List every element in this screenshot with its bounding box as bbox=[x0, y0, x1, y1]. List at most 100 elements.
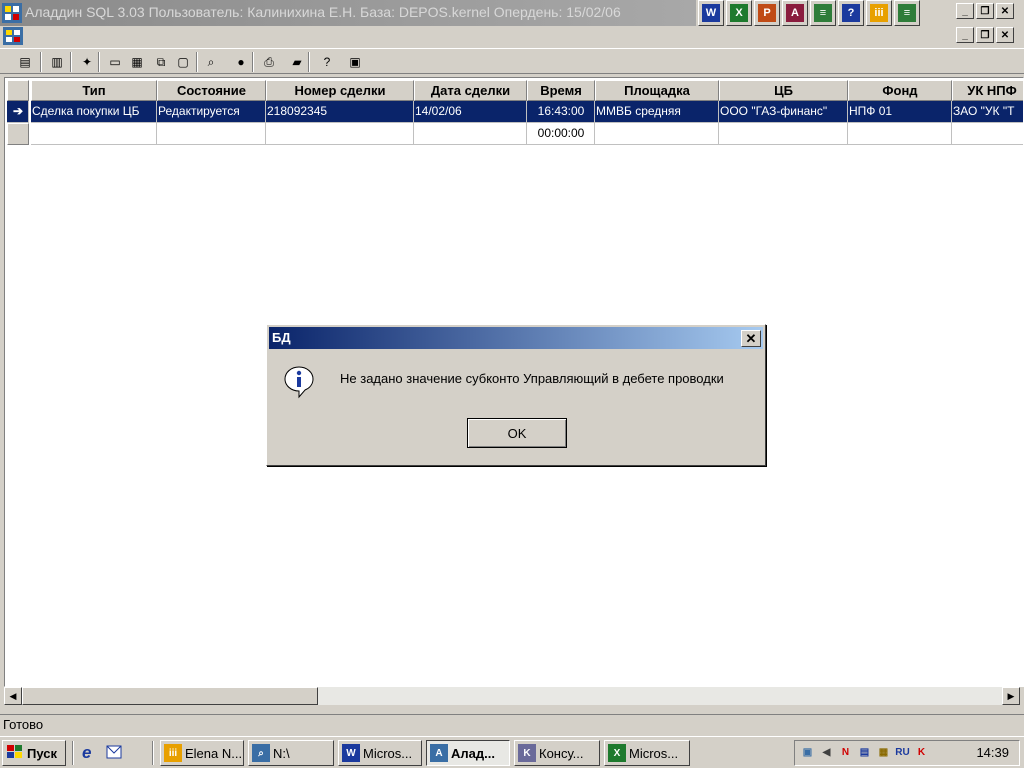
task-aladdin[interactable]: A Алад... bbox=[426, 740, 510, 766]
kaspersky-icon[interactable]: K bbox=[913, 744, 930, 761]
toolbar: ▤ ▥ ✦ ▭ ▦ ⧉ ▢ ⌕ ● ⎙ ▰? ▣ bbox=[0, 48, 1024, 74]
office-button[interactable]: P bbox=[754, 0, 780, 26]
task-excel[interactable]: X Micros... bbox=[604, 740, 690, 766]
table-cell[interactable]: 16:43:00 bbox=[527, 101, 595, 123]
dialog-title-bar[interactable]: БД ✕ bbox=[269, 327, 763, 349]
title-bar: Аладдин SQL 3.03 Пользователь: Калинихин… bbox=[0, 0, 696, 26]
table-cell[interactable] bbox=[719, 123, 848, 145]
excel-icon: X bbox=[730, 4, 748, 22]
scroll-right-button[interactable]: ▶ bbox=[1002, 687, 1020, 705]
excel-icon: X bbox=[608, 744, 626, 762]
column-header[interactable]: ЦБ bbox=[719, 80, 848, 101]
office-button[interactable]: ≡ bbox=[894, 0, 920, 26]
app-window-controls: _ ❐ ✕ bbox=[956, 3, 1014, 19]
table-cell[interactable]: ООО "ГАЗ-финанс" bbox=[719, 101, 848, 123]
minimize-button[interactable]: _ bbox=[956, 3, 974, 19]
column-header[interactable]: Дата сделки bbox=[414, 80, 527, 101]
table-cell[interactable] bbox=[595, 123, 719, 145]
dialog-close-button[interactable]: ✕ bbox=[741, 330, 761, 347]
task-consultant[interactable]: K Консу... bbox=[514, 740, 600, 766]
calculator-icon[interactable]: ▣ bbox=[344, 51, 366, 73]
cascade-windows-icon[interactable]: ⧉ bbox=[150, 51, 172, 73]
table-cell[interactable]: ММВБ средняя bbox=[595, 101, 719, 123]
table-cell[interactable] bbox=[31, 123, 157, 145]
child-window-icon[interactable] bbox=[2, 26, 24, 46]
spreadsheet-icon: ≡ bbox=[814, 4, 832, 22]
office-button[interactable]: ≡ bbox=[810, 0, 836, 26]
folder-search-icon: ⌕ bbox=[252, 744, 270, 762]
task-word[interactable]: W Micros... bbox=[338, 740, 422, 766]
single-window-icon[interactable]: ▭ bbox=[104, 51, 126, 73]
row-indicator[interactable] bbox=[7, 123, 29, 145]
table-cell[interactable]: 00:00:00 bbox=[527, 123, 595, 145]
close-button[interactable]: ✕ bbox=[996, 3, 1014, 19]
ok-button[interactable]: OK bbox=[467, 418, 567, 448]
aladdin-app-icon[interactable] bbox=[2, 3, 22, 23]
database-icon[interactable]: ▥ bbox=[46, 51, 68, 73]
word-icon: W bbox=[342, 744, 360, 762]
table-cell[interactable]: 14/02/06 bbox=[414, 101, 527, 123]
child-restore-button[interactable]: ❐ bbox=[976, 27, 994, 43]
network-icon[interactable]: ▣ bbox=[799, 744, 816, 761]
internet-explorer-icon[interactable]: e bbox=[82, 743, 102, 763]
table-cell[interactable]: ЗАО "УК "Т bbox=[952, 101, 1023, 123]
binoculars-icon[interactable]: ⌕ bbox=[200, 51, 222, 73]
dialog-message: Не задано значение субконто Управляющий … bbox=[340, 371, 724, 386]
child-window-controls: _ ❐ ✕ bbox=[956, 27, 1014, 43]
task-label: Алад... bbox=[451, 745, 495, 761]
restore-button[interactable]: ❐ bbox=[976, 3, 994, 19]
outlook-express-icon[interactable] bbox=[106, 743, 126, 763]
office-button[interactable]: X bbox=[726, 0, 752, 26]
keyboard-layout-icon[interactable]: RU bbox=[894, 744, 911, 761]
monitor-icon[interactable]: ▤ bbox=[856, 744, 873, 761]
print-icon[interactable]: ⎙ bbox=[258, 51, 280, 73]
find-record-icon[interactable]: ✦ bbox=[76, 51, 98, 73]
column-header[interactable]: Площадка bbox=[595, 80, 719, 101]
clock[interactable]: 14:39 bbox=[976, 745, 1009, 760]
form-icon[interactable]: ▢ bbox=[172, 51, 194, 73]
task-elena[interactable]: iii Elena N... bbox=[160, 740, 244, 766]
horizontal-scrollbar[interactable]: ◀ ▶ bbox=[4, 687, 1020, 705]
column-header[interactable]: Номер сделки bbox=[266, 80, 414, 101]
table-cell[interactable]: Сделка покупки ЦБ bbox=[31, 101, 157, 123]
table-cell[interactable] bbox=[266, 123, 414, 145]
row-indicator[interactable]: ➔ bbox=[7, 101, 29, 123]
toolbar-separator bbox=[98, 52, 100, 72]
column-header[interactable]: Фонд bbox=[848, 80, 952, 101]
table-cell[interactable]: НПФ 01 bbox=[848, 101, 952, 123]
table-cell[interactable]: 218092345 bbox=[266, 101, 414, 123]
office-button[interactable]: W bbox=[698, 0, 724, 26]
start-button[interactable]: Пуск bbox=[2, 740, 66, 766]
list-icon[interactable]: ▤ bbox=[14, 51, 36, 73]
table-cell[interactable] bbox=[414, 123, 527, 145]
column-header[interactable]: УК НПФ bbox=[952, 80, 1023, 101]
scheduler-icon[interactable]: ▦ bbox=[875, 744, 892, 761]
norton-icon[interactable]: N bbox=[837, 744, 854, 761]
information-icon bbox=[283, 365, 315, 399]
office-button[interactable]: ? bbox=[838, 0, 864, 26]
grid-corner bbox=[7, 80, 29, 101]
scroll-thumb[interactable] bbox=[22, 687, 318, 705]
column-header[interactable]: Состояние bbox=[157, 80, 266, 101]
start-label: Пуск bbox=[27, 745, 57, 761]
column-header[interactable]: Время bbox=[527, 80, 595, 101]
task-explorer[interactable]: ⌕ N:\ bbox=[248, 740, 334, 766]
report-icon[interactable]: ▰ bbox=[286, 51, 308, 73]
windows-logo-icon bbox=[6, 744, 24, 763]
child-minimize-button[interactable]: _ bbox=[956, 27, 974, 43]
table-cell[interactable] bbox=[952, 123, 1023, 145]
volume-icon[interactable]: ◀ bbox=[818, 744, 835, 761]
office-button[interactable]: A bbox=[782, 0, 808, 26]
table-cell[interactable]: Редактируется bbox=[157, 101, 266, 123]
office-shortcut-bar: W X P A ≡? iii ≡ bbox=[698, 0, 920, 26]
table-cell[interactable] bbox=[848, 123, 952, 145]
office-button[interactable]: iii bbox=[866, 0, 892, 26]
table-cell[interactable] bbox=[157, 123, 266, 145]
window-title: Аладдин SQL 3.03 Пользователь: Калинихин… bbox=[25, 4, 621, 20]
child-close-button[interactable]: ✕ bbox=[996, 27, 1014, 43]
scroll-left-button[interactable]: ◀ bbox=[4, 687, 22, 705]
stop-icon[interactable]: ● bbox=[230, 51, 252, 73]
column-header[interactable]: Тип bbox=[31, 80, 157, 101]
tile-windows-icon[interactable]: ▦ bbox=[126, 51, 148, 73]
help-icon[interactable]: ? bbox=[316, 51, 338, 73]
